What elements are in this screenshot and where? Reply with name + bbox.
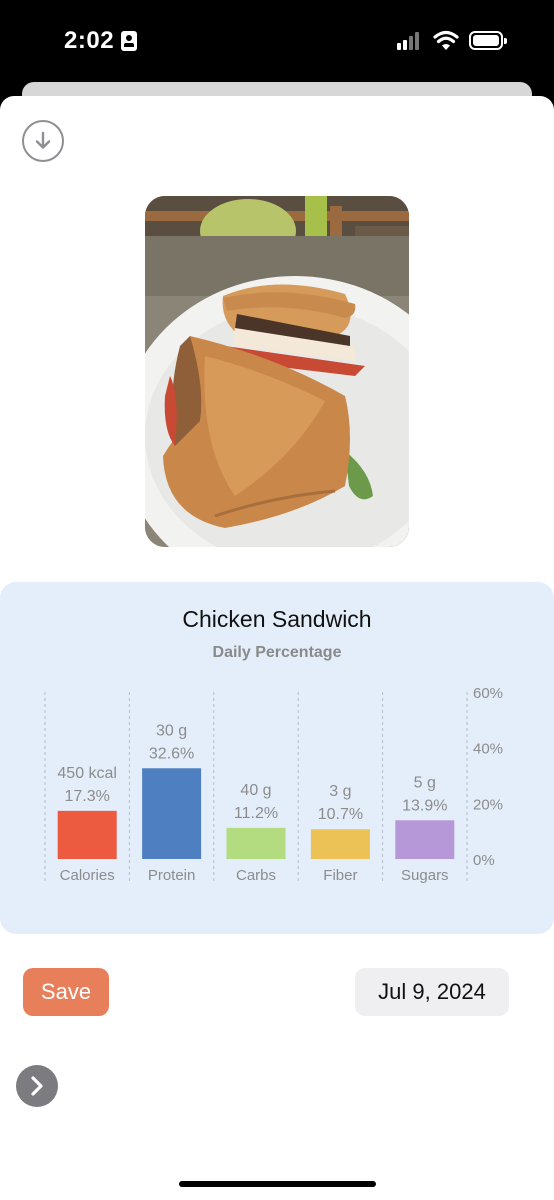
bar-percent-label: 17.3% (65, 788, 110, 805)
category-label: Carbs (236, 867, 276, 884)
y-tick-label: 40% (473, 741, 503, 758)
chevron-right-icon (31, 1076, 43, 1096)
next-button[interactable] (16, 1065, 58, 1107)
category-label: Calories (60, 867, 115, 884)
y-tick-label: 20% (473, 796, 503, 813)
bar-percent-label: 13.9% (402, 797, 447, 814)
bar-amount-label: 3 g (329, 783, 351, 800)
signal-icon (397, 32, 423, 50)
status-time: 2:02 (64, 27, 115, 54)
download-button[interactable] (22, 120, 64, 162)
daily-percentage-chart: 0% 20% 40% 60% 17.3% 450 kcal Calories 32.6% 30 … (44, 685, 503, 884)
category-label: Fiber (323, 867, 357, 884)
home-indicator (179, 1181, 376, 1187)
bar-amount-label: 40 g (240, 782, 271, 799)
category-label: Protein (148, 867, 196, 884)
bar-percent-label: 11.2% (234, 805, 278, 822)
meal-detail-sheet: Chicken Sandwich Daily Percentage 0% 20% 4… (0, 96, 554, 1200)
bar-protein (142, 768, 202, 859)
bar-amount-label: 450 kcal (57, 765, 117, 782)
wifi-icon (433, 30, 459, 52)
bar-amount-label: 5 g (414, 774, 436, 791)
category-label: Sugars (401, 867, 449, 884)
date-picker[interactable]: Jul 9, 2024 (355, 968, 509, 1016)
bar-percent-label: 32.6% (149, 745, 194, 762)
bar-fiber (310, 829, 370, 859)
food-photo (145, 196, 409, 547)
nutrition-card: Chicken Sandwich Daily Percentage 0% 20% 4… (0, 582, 554, 934)
bar-sugars (395, 820, 455, 859)
save-button[interactable]: Save (23, 968, 109, 1016)
bar-amount-label: 30 g (156, 722, 187, 739)
y-tick-label: 60% (473, 685, 503, 702)
id-badge-icon (121, 31, 137, 51)
bar-percent-label: 10.7% (318, 806, 363, 823)
bar-carbs (226, 827, 286, 859)
arrow-down-circle-icon (35, 131, 51, 149)
bar-calories (57, 810, 117, 859)
y-tick-label: 0% (473, 852, 495, 869)
battery-icon (469, 31, 507, 50)
status-bar: 2:02 (0, 0, 554, 84)
